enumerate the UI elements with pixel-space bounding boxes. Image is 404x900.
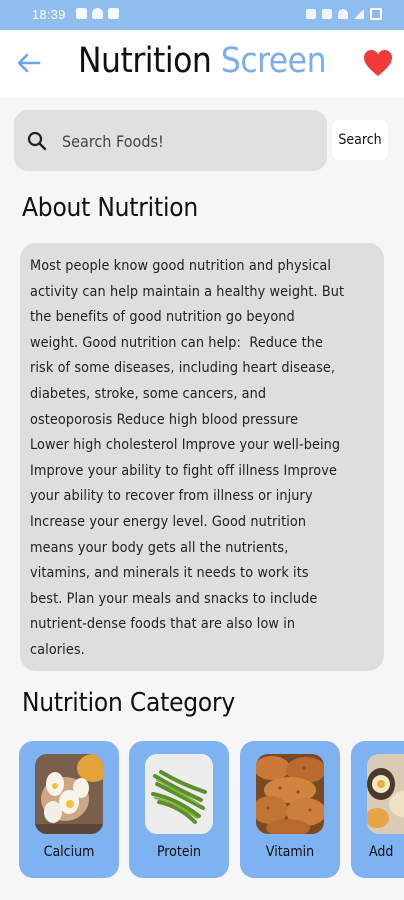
status-bar: 18:39 <box>0 0 404 30</box>
page-title-part2: Screen <box>220 41 327 81</box>
wifi-icon <box>338 9 348 19</box>
about-heading: About Nutrition <box>22 193 198 223</box>
category-card-add[interactable]: Add <box>351 741 404 878</box>
status-notification-icons <box>76 8 119 19</box>
category-card-protein[interactable]: Protein <box>129 741 229 878</box>
category-card-vitamin[interactable]: Vitamin <box>240 741 340 878</box>
app-bar: Nutrition Screen <box>0 30 404 98</box>
check-notification-icon <box>108 8 119 19</box>
category-label: Calcium <box>43 844 95 860</box>
download-notification-icon <box>92 8 103 19</box>
category-card-calcium[interactable]: Calcium <box>19 741 119 878</box>
page-title: Nutrition Screen <box>0 41 404 81</box>
status-time: 18:39 <box>32 7 66 22</box>
signal-icon <box>354 9 364 19</box>
data-saver-icon <box>306 9 316 19</box>
food-image <box>367 754 404 834</box>
mute-icon <box>322 9 332 19</box>
category-list[interactable]: Calcium Protein Vitamin Add <box>19 741 404 878</box>
search-input[interactable] <box>60 125 304 157</box>
search-button[interactable]: Search <box>332 120 388 160</box>
green-beans-image <box>145 754 213 834</box>
category-label: Add <box>369 844 394 860</box>
category-label: Vitamin <box>265 844 315 860</box>
gallery-notification-icon <box>76 8 87 19</box>
sweet-potatoes-image <box>256 754 324 834</box>
status-system-icons <box>306 8 382 20</box>
battery-icon <box>370 8 382 20</box>
about-text: Most people know good nutrition and phys… <box>20 243 384 671</box>
search-box[interactable] <box>14 110 327 171</box>
category-heading: Nutrition Category <box>22 688 236 718</box>
page-title-part1: Nutrition <box>77 41 212 81</box>
boiled-eggs-image <box>35 754 103 834</box>
search-icon <box>27 131 47 151</box>
category-label: Protein <box>156 844 202 860</box>
favorite-heart-icon[interactable] <box>362 48 394 78</box>
